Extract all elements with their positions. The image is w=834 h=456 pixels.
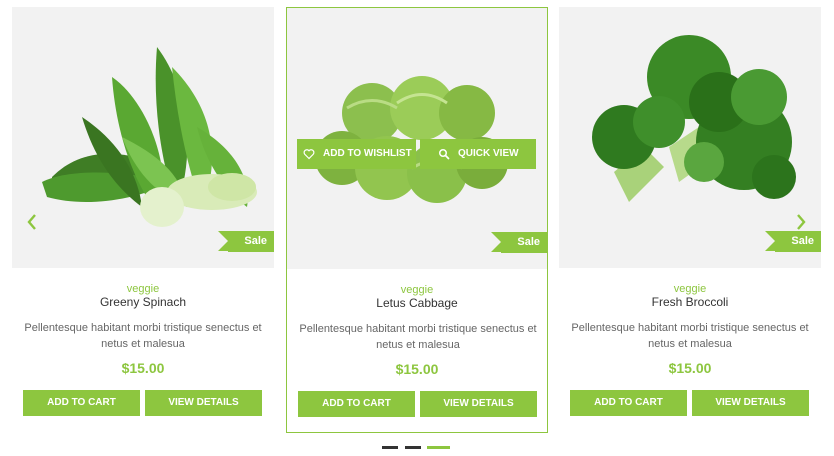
view-details-button[interactable]: VIEW DETAILS [145, 390, 262, 416]
add-to-wishlist-button[interactable]: ADD TO WISHLIST [297, 139, 416, 169]
product-description: Pellentesque habitant morbi tristique se… [571, 322, 809, 350]
hover-actions: ADD TO WISHLIST QUICK VIEW [297, 139, 536, 169]
sale-badge: Sale [765, 231, 821, 252]
product-image[interactable]: Sale [12, 7, 274, 268]
heart-icon [303, 149, 315, 160]
product-carousel: Sale veggie Greeny Spinach Pellentesque … [0, 0, 834, 456]
pagination-dot[interactable] [382, 446, 398, 449]
quick-view-label: QUICK VIEW [458, 148, 519, 159]
add-to-cart-button[interactable]: ADD TO CART [23, 390, 140, 416]
product-card[interactable]: Sale veggie Fresh Broccoli Pellentesque … [559, 7, 821, 433]
product-description: Pellentesque habitant morbi tristique se… [299, 323, 537, 351]
product-category[interactable]: veggie [12, 283, 274, 295]
pagination-dot-active[interactable] [427, 446, 450, 449]
pagination-dot[interactable] [405, 446, 421, 449]
product-image[interactable]: ADD TO WISHLIST QUICK VIEW Sale [287, 8, 547, 269]
sale-badge: Sale [218, 231, 274, 252]
view-details-button[interactable]: VIEW DETAILS [420, 391, 537, 417]
product-price: $15.00 [668, 360, 712, 376]
product-price: $15.00 [395, 361, 439, 377]
sale-badge: Sale [491, 232, 547, 253]
spinach-image [42, 47, 257, 227]
add-to-cart-button[interactable]: ADD TO CART [570, 390, 687, 416]
product-title[interactable]: Greeny Spinach [12, 295, 274, 309]
wishlist-label: ADD TO WISHLIST [323, 148, 412, 159]
add-to-cart-button[interactable]: ADD TO CART [298, 391, 415, 417]
product-category[interactable]: veggie [287, 284, 547, 296]
view-details-button[interactable]: VIEW DETAILS [692, 390, 809, 416]
chevron-right-icon [797, 214, 806, 230]
product-card[interactable]: Sale veggie Greeny Spinach Pellentesque … [12, 7, 274, 433]
product-description: Pellentesque habitant morbi tristique se… [24, 322, 262, 350]
product-image[interactable]: Sale [559, 7, 821, 268]
carousel-pagination [382, 446, 452, 450]
broccoli [592, 35, 796, 202]
chevron-left-icon [27, 214, 36, 230]
broccoli-image [592, 35, 796, 202]
product-price: $15.00 [121, 360, 165, 376]
search-icon [439, 149, 450, 160]
quick-view-button[interactable]: QUICK VIEW [420, 139, 536, 169]
spinach-leaves [42, 47, 257, 227]
carousel-prev-button[interactable] [25, 212, 39, 232]
product-card[interactable]: ADD TO WISHLIST QUICK VIEW Sale veggie L… [286, 7, 548, 433]
product-category[interactable]: veggie [559, 283, 821, 295]
carousel-next-button[interactable] [794, 212, 808, 232]
product-title[interactable]: Letus Cabbage [287, 296, 547, 310]
product-title[interactable]: Fresh Broccoli [559, 295, 821, 309]
